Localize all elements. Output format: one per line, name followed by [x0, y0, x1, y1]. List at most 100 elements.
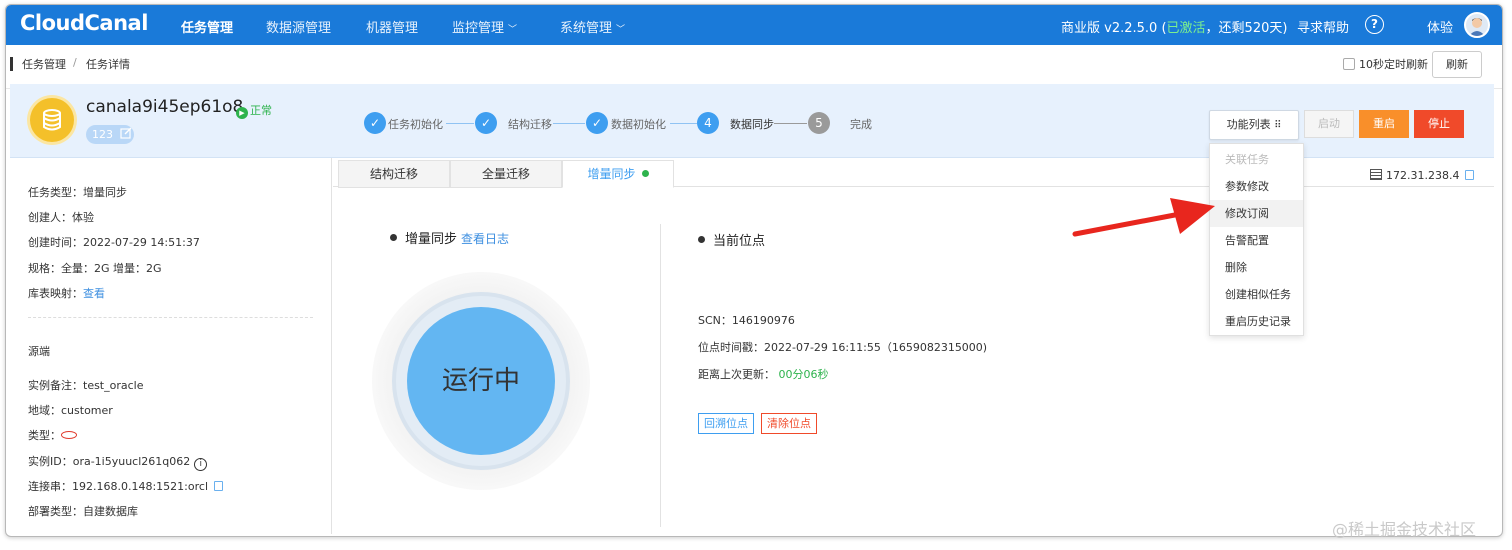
- menu-item-edit-params[interactable]: 参数修改: [1210, 173, 1303, 200]
- deploy-type: 部署类型：自建数据库: [28, 505, 138, 518]
- region: 地域：customer: [28, 404, 113, 417]
- copy-icon[interactable]: [214, 481, 223, 491]
- function-menu: 关联任务 参数修改 修改订阅 告警配置 删除 创建相似任务 重启历史记录: [1209, 143, 1304, 336]
- nav-item-label: 数据源管理: [266, 21, 332, 36]
- tab-full-migration[interactable]: 全量迁移: [450, 160, 562, 188]
- db-mapping: 库表映射：查看: [28, 285, 105, 301]
- step-1-icon: ✓: [364, 112, 386, 134]
- breadcrumb-marker: [10, 57, 13, 71]
- ip-text: 172.31.238.4: [1386, 169, 1460, 182]
- step-connector: [774, 123, 807, 124]
- function-list-button[interactable]: 功能列表 ⠿: [1209, 110, 1299, 140]
- step-4-label: 数据同步: [730, 118, 774, 131]
- position-timestamp: 位点时间戳：2022-07-29 16:11:55（1659082315000): [698, 341, 988, 354]
- menu-item-related-tasks[interactable]: 关联任务: [1210, 146, 1303, 173]
- step-2-label: 结构迁移: [508, 118, 552, 131]
- step-3-icon: ✓: [586, 112, 608, 134]
- last-update-value: 00分06秒: [778, 368, 829, 381]
- step-3-label: 数据初始化: [611, 118, 666, 131]
- edition-remaining: ，还剩520天): [1205, 21, 1288, 36]
- avatar-icon: [1469, 18, 1485, 36]
- step-2-icon: ✓: [475, 112, 497, 134]
- function-list-label: 功能列表: [1226, 118, 1271, 131]
- question-icon[interactable]: ?: [1365, 15, 1384, 34]
- avatar[interactable]: [1464, 12, 1490, 38]
- menu-item-alert-config[interactable]: 告警配置: [1210, 227, 1303, 254]
- step-connector: [553, 123, 585, 124]
- db-mapping-link[interactable]: 查看: [83, 287, 105, 300]
- db-type: 类型：: [28, 427, 77, 443]
- breadcrumb-separator: /: [73, 56, 77, 69]
- refresh-button[interactable]: 刷新: [1432, 51, 1482, 78]
- chevron-down-icon: ﹀: [616, 25, 626, 35]
- edit-icon[interactable]: [119, 127, 132, 139]
- auto-refresh-toggle[interactable]: 10秒定时刷新: [1343, 56, 1428, 72]
- nav-item-machines[interactable]: 机器管理: [366, 17, 418, 36]
- edition-info: 商业版 v2.2.5.0 (已激活，还剩520天): [1061, 17, 1287, 36]
- rewind-position-button[interactable]: 回溯位点: [698, 413, 754, 434]
- scn: SCN：146190976: [698, 314, 795, 327]
- database-icon: [30, 98, 74, 142]
- instance-id-text: 实例ID：ora-1i5yuucl261q062: [28, 455, 191, 468]
- creator: 创建人：体验: [28, 211, 94, 224]
- connection-string-text: 连接串：192.168.0.148:1521:orcl: [28, 480, 208, 493]
- breadcrumb-detail: 任务详情: [86, 58, 130, 71]
- auto-refresh-label: 10秒定时刷新: [1359, 58, 1428, 71]
- menu-item-delete[interactable]: 删除: [1210, 254, 1303, 281]
- nav-item-monitor[interactable]: 监控管理 ﹀: [452, 17, 517, 36]
- nav-item-label: 系统管理: [560, 21, 613, 36]
- restart-button[interactable]: 重启: [1359, 110, 1409, 138]
- tab-incremental-sync[interactable]: 增量同步: [562, 160, 674, 188]
- step-connector: [670, 123, 697, 124]
- db-mapping-label: 库表映射：: [28, 287, 83, 300]
- sync-title-text: 增量同步: [405, 232, 458, 247]
- db-type-label: 类型：: [28, 429, 61, 442]
- last-update-label: 距离上次更新：: [698, 368, 775, 381]
- running-indicator: 运行中: [407, 307, 555, 455]
- bullet: [390, 234, 397, 241]
- nav-item-tasks[interactable]: 任务管理: [181, 17, 233, 36]
- menu-item-create-similar[interactable]: 创建相似任务: [1210, 281, 1303, 308]
- nav-item-label: 任务管理: [181, 21, 234, 36]
- created-time: 创建时间：2022-07-29 14:51:37: [28, 236, 200, 249]
- oracle-logo-icon: [61, 431, 77, 439]
- sync-section-title: 增量同步 查看日志: [390, 228, 509, 247]
- info-icon[interactable]: i: [194, 458, 208, 471]
- clear-position-button[interactable]: 清除位点: [761, 413, 817, 434]
- grid-icon: ⠿: [1274, 120, 1282, 131]
- menu-item-edit-subscription[interactable]: 修改订阅: [1210, 200, 1303, 227]
- play-icon: ▶: [236, 107, 248, 119]
- step-5-label: 完成: [850, 118, 872, 131]
- bullet: [698, 236, 705, 243]
- instance-id: 实例ID：ora-1i5yuucl261q062 i: [28, 453, 208, 471]
- database-glyph: [43, 109, 61, 131]
- instance-note: 实例备注：test_oracle: [28, 379, 144, 392]
- stop-button[interactable]: 停止: [1414, 110, 1464, 138]
- step-connector: [446, 123, 474, 124]
- help-link[interactable]: 寻求帮助: [1297, 17, 1349, 36]
- position-section-title: 当前位点: [698, 230, 765, 249]
- breadcrumb-tasks[interactable]: 任务管理: [22, 56, 66, 72]
- edition-activated: 已激活: [1166, 21, 1206, 36]
- start-button[interactable]: 启动: [1304, 110, 1354, 138]
- edition-version: 商业版 v2.2.5.0: [1061, 21, 1158, 36]
- server-icon: [1370, 169, 1382, 180]
- source-title: 源端: [28, 345, 50, 358]
- auto-refresh-checkbox[interactable]: [1343, 58, 1355, 70]
- task-name: canala9i45ep61o8: [86, 97, 244, 117]
- status-text: 正常: [250, 104, 272, 117]
- nav-item-system[interactable]: 系统管理 ﹀: [560, 17, 625, 36]
- menu-item-restart-history[interactable]: 重启历史记录: [1210, 308, 1303, 335]
- user-name[interactable]: 体验: [1427, 17, 1453, 36]
- chevron-down-icon: ﹀: [508, 25, 518, 35]
- tab-schema-migration[interactable]: 结构迁移: [338, 160, 450, 188]
- step-1-label: 任务初始化: [388, 118, 443, 131]
- nav-item-datasources[interactable]: 数据源管理: [266, 17, 331, 36]
- position-title-text: 当前位点: [713, 234, 766, 249]
- tag-badge[interactable]: 123: [86, 125, 134, 144]
- view-log-link[interactable]: 查看日志: [461, 232, 509, 246]
- step-4-icon: 4: [697, 112, 719, 134]
- spec: 规格：全量：2G 增量：2G: [28, 262, 162, 275]
- breadcrumb-bar: [6, 45, 1502, 89]
- copy-icon[interactable]: [1465, 170, 1475, 180]
